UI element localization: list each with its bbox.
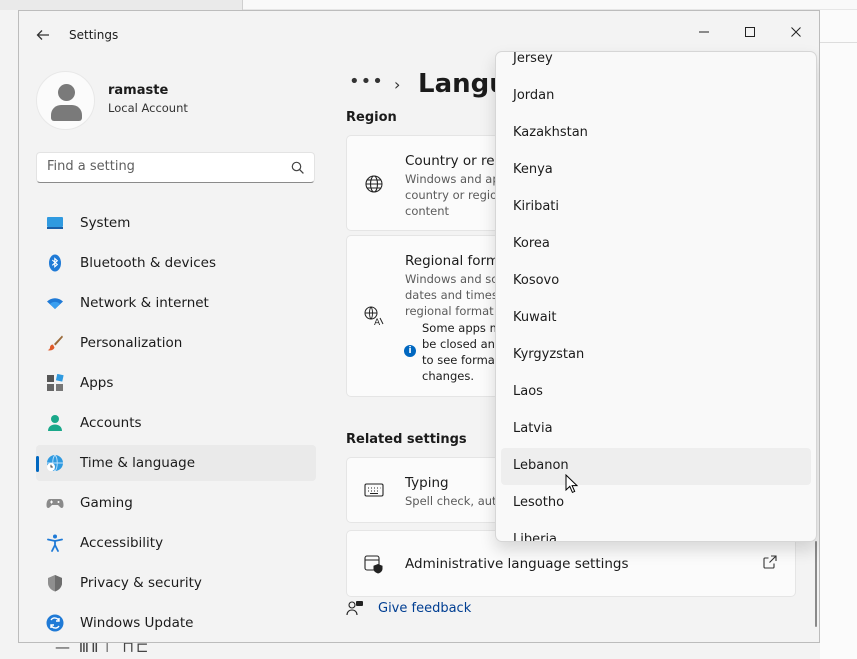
language-format-icon: A [364,306,384,326]
country-option[interactable]: Lesotho [501,485,811,522]
globe-clock-icon [47,454,63,472]
maximize-icon [745,27,755,37]
sidebar-item-label: Accessibility [80,535,164,551]
brush-icon [47,335,63,351]
country-option[interactable]: Jersey [501,52,811,78]
sidebar-nav: System Bluetooth & devices Network & int… [36,205,316,642]
search-input[interactable] [47,159,277,174]
regional-format-description: Windows and sor dates and times b region… [405,272,509,318]
country-option[interactable]: Kuwait [501,300,811,337]
country-option[interactable]: Korea [501,226,811,263]
info-icon: i [404,345,416,357]
regional-format-info: Some apps m be closed and to see formatt… [422,321,504,383]
main-scrollbar[interactable] [815,541,817,627]
country-option[interactable]: Kyrgyzstan [501,337,811,374]
sidebar-item-personalization[interactable]: Personalization [36,325,316,361]
minimize-icon [699,31,709,33]
maximize-button[interactable] [727,17,773,47]
country-region-title: Country or reg [405,153,504,169]
apps-icon [47,374,64,391]
country-option[interactable]: Latvia [501,411,811,448]
sidebar-item-apps[interactable]: Apps [36,365,316,401]
external-link-icon [763,555,777,569]
admin-language-title: Administrative language settings [405,556,629,572]
sidebar-item-label: Gaming [80,495,133,511]
avatar[interactable] [36,71,95,130]
country-dropdown[interactable]: Jersey Jordan Kazakhstan Kenya Kiribati … [495,51,817,542]
sidebar-item-accounts[interactable]: Accounts [36,405,316,441]
country-option[interactable]: Laos [501,374,811,411]
breadcrumb-more-button[interactable]: ••• [349,71,384,92]
globe-icon [365,175,383,193]
country-region-description: Windows and ap country or region content [405,172,505,218]
sidebar-item-label: Personalization [80,335,183,351]
search-icon[interactable] [290,160,306,176]
sidebar-item-privacy[interactable]: Privacy & security [36,565,316,601]
sidebar-item-accessibility[interactable]: Accessibility [36,525,316,561]
sidebar-item-label: Accounts [80,415,142,431]
sidebar-item-label: Time & language [80,455,196,471]
sidebar-item-system[interactable]: System [36,205,316,241]
sidebar-item-label: System [80,215,131,231]
typing-title: Typing [405,475,449,491]
admin-shield-icon [364,555,383,574]
update-icon [46,614,64,632]
country-options-list: Jersey Jordan Kazakhstan Kenya Kiribati … [496,52,816,541]
region-section-header: Region [346,110,397,125]
bluetooth-icon [49,254,61,272]
svg-text:A: A [374,318,381,326]
sidebar-item-label: Windows Update [80,615,194,631]
user-name: ramaste [108,83,169,98]
settings-window: Settings ramaste Local Account System Bl… [18,10,820,643]
country-option[interactable]: Jordan [501,78,811,115]
back-arrow-icon [36,30,49,40]
regional-format-title: Regional forma [405,253,508,269]
sidebar-item-windows-update[interactable]: Windows Update [36,605,316,641]
breadcrumb-separator: › [394,75,401,94]
give-feedback-link[interactable]: Give feedback [378,601,471,616]
typing-description: Spell check, auto [405,494,504,508]
sidebar-item-label: Privacy & security [80,575,202,591]
back-button[interactable] [31,23,55,47]
system-icon [47,217,63,229]
country-option[interactable]: Kazakhstan [501,115,811,152]
close-icon [791,27,801,37]
country-option-hovered[interactable]: Lebanon [501,448,811,485]
sidebar-item-label: Apps [80,375,114,391]
wifi-icon [47,298,63,309]
country-option[interactable]: Kiribati [501,189,811,226]
keyboard-icon [364,483,384,497]
account-type: Local Account [108,101,188,115]
country-option[interactable]: Kosovo [501,263,811,300]
sidebar-item-label: Bluetooth & devices [80,255,217,271]
feedback-icon [346,601,363,616]
sidebar-item-time-language[interactable]: Time & language [36,445,316,481]
background-tab [0,0,243,10]
sidebar-item-bluetooth[interactable]: Bluetooth & devices [36,245,316,281]
mouse-cursor-icon [565,474,579,494]
background-window-right [820,10,857,659]
sidebar-item-network[interactable]: Network & internet [36,285,316,321]
minimize-button[interactable] [681,17,727,47]
search-box[interactable] [36,152,315,183]
app-title: Settings [69,28,119,42]
shield-icon [48,575,62,592]
gamepad-icon [46,499,64,508]
related-settings-header: Related settings [346,432,467,447]
sidebar-item-label: Network & internet [80,295,209,311]
sidebar-item-gaming[interactable]: Gaming [36,485,316,521]
country-option[interactable]: Kenya [501,152,811,189]
accessibility-icon [47,534,63,552]
close-button[interactable] [773,17,819,47]
accounts-icon [48,415,62,431]
country-option[interactable]: Liberia [501,522,811,541]
